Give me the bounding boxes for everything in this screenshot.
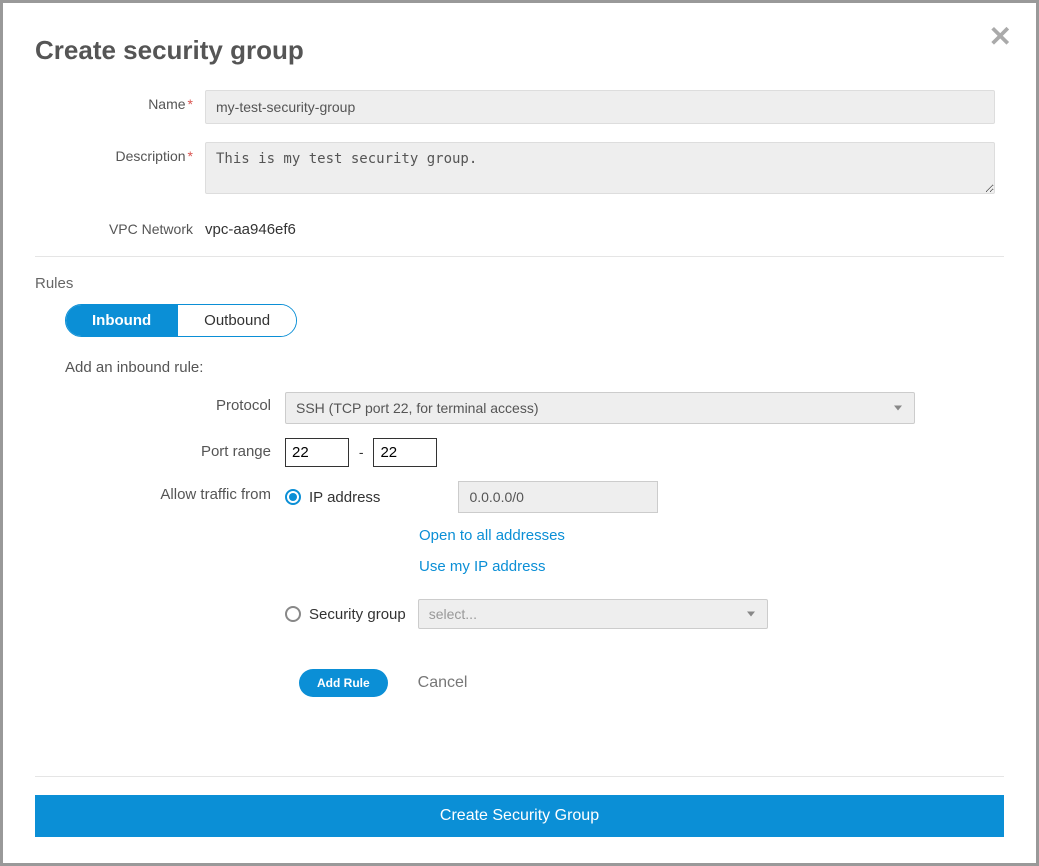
required-asterisk: *	[188, 96, 193, 112]
vpc-row: VPC Network vpc-aa946ef6	[35, 215, 1004, 238]
use-my-ip-link[interactable]: Use my IP address	[419, 558, 1004, 575]
name-label: Name*	[35, 90, 205, 112]
close-icon[interactable]: ✕	[989, 23, 1012, 51]
port-range-row: Port range -	[35, 438, 1004, 467]
name-row: Name*	[35, 90, 1004, 124]
port-from-input[interactable]	[285, 438, 349, 467]
allow-traffic-label: Allow traffic from	[35, 481, 285, 503]
rules-direction-toggle: Inbound Outbound	[65, 304, 297, 337]
vpc-value: vpc-aa946ef6	[205, 215, 995, 238]
description-input[interactable]: This is my test security group.	[205, 142, 995, 194]
name-input[interactable]	[205, 90, 995, 124]
create-security-group-modal: ✕ Create security group Name* Descriptio…	[0, 0, 1039, 866]
divider	[35, 256, 1004, 257]
protocol-select[interactable]: SSH (TCP port 22, for terminal access)	[285, 392, 915, 424]
open-to-all-link[interactable]: Open to all addresses	[419, 527, 1004, 544]
ip-address-radio-label: IP address	[309, 489, 380, 506]
port-to-input[interactable]	[373, 438, 437, 467]
description-row: Description* This is my test security gr…	[35, 142, 1004, 197]
rules-section-label: Rules	[35, 275, 1004, 292]
ip-address-radio[interactable]	[285, 489, 301, 505]
rule-action-row: Add Rule Cancel	[299, 669, 1004, 697]
add-rule-heading: Add an inbound rule:	[65, 359, 1004, 376]
tab-outbound[interactable]: Outbound	[177, 305, 296, 336]
port-range-separator: -	[359, 444, 364, 460]
security-group-select[interactable]: select...	[418, 599, 768, 629]
page-title: Create security group	[35, 35, 1004, 66]
modal-footer: Create Security Group	[35, 758, 1004, 837]
ip-address-input[interactable]	[458, 481, 658, 513]
port-range-label: Port range	[35, 438, 285, 460]
tab-inbound[interactable]: Inbound	[66, 305, 177, 336]
create-security-group-button[interactable]: Create Security Group	[35, 795, 1004, 837]
allow-traffic-row: Allow traffic from IP address Open to al…	[35, 481, 1004, 629]
protocol-label: Protocol	[35, 392, 285, 414]
divider	[35, 776, 1004, 777]
security-group-radio[interactable]	[285, 606, 301, 622]
description-label: Description*	[35, 142, 205, 164]
add-rule-button[interactable]: Add Rule	[299, 669, 388, 697]
protocol-row: Protocol SSH (TCP port 22, for terminal …	[35, 392, 1004, 424]
vpc-label: VPC Network	[35, 215, 205, 237]
cancel-rule-link[interactable]: Cancel	[418, 674, 468, 692]
required-asterisk: *	[188, 148, 193, 164]
security-group-radio-label: Security group	[309, 606, 406, 623]
